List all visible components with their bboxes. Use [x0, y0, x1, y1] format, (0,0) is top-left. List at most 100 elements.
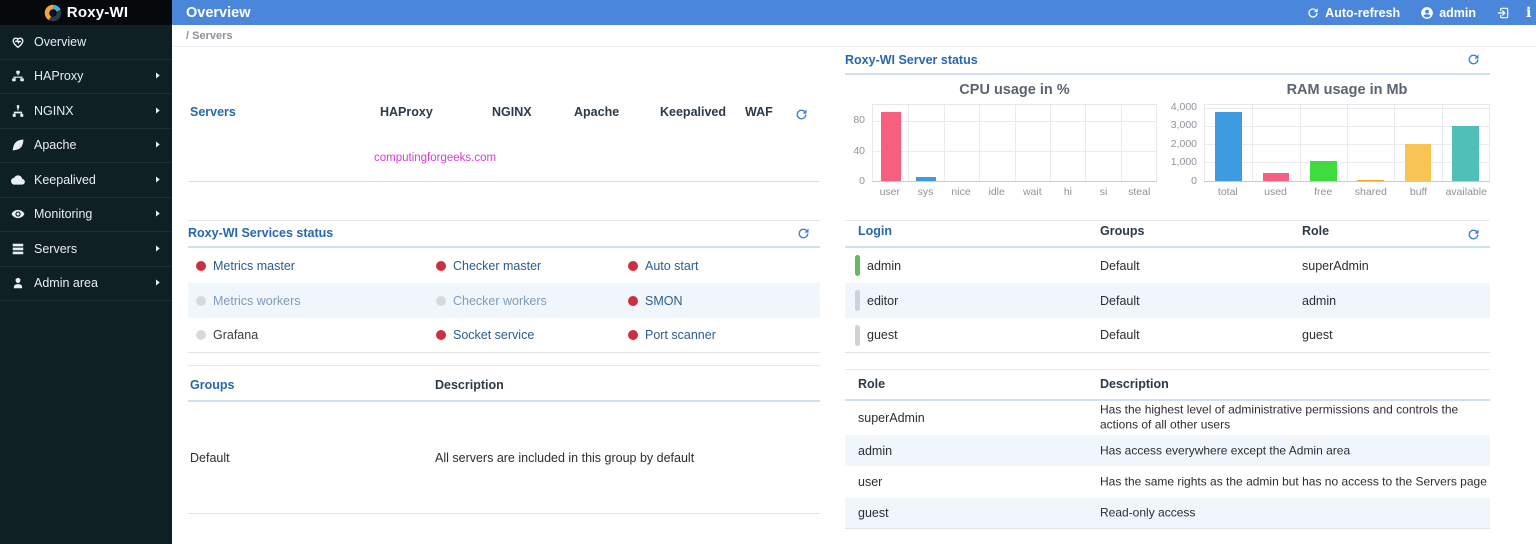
role-row-guest: guest Read-only access: [845, 498, 1490, 529]
role-row-superadmin: superAdmin Has the highest level of admi…: [845, 401, 1490, 435]
service-item-smon[interactable]: SMON: [628, 294, 683, 308]
description-column-header: Description: [435, 378, 504, 392]
status-dot: [196, 296, 206, 306]
sidebar-item-label: HAProxy: [34, 69, 153, 83]
role-description: Has access everywhere except the Admin a…: [1100, 443, 1492, 458]
user-status-bar: [855, 325, 860, 346]
sidebar-item-admin-area[interactable]: Admin area: [0, 267, 172, 302]
server-status-header: Roxy-WI Server status: [845, 47, 1490, 75]
groups-panel: Groups Description Default All servers a…: [188, 365, 820, 514]
sidebar-brand[interactable]: Roxy-WI: [0, 0, 172, 25]
sidebar-item-label: Keepalived: [34, 173, 153, 187]
cpu-chart-x-labels: usersysniceidlewaithisisteal: [872, 186, 1157, 198]
sidebar-item-label: NGINX: [34, 104, 153, 118]
sidebar-item-overview[interactable]: Overview: [0, 25, 172, 60]
role-name: superAdmin: [858, 411, 925, 425]
role-column-header: Role: [858, 377, 885, 391]
charts-area: CPU usage in % 04080 usersysniceidlewait…: [845, 75, 1490, 220]
waf-column-header: WAF: [745, 105, 773, 119]
user-login: guest: [867, 328, 898, 342]
status-dot: [436, 261, 446, 271]
service-item-socket-service[interactable]: Socket service: [436, 328, 534, 342]
user-status-bar: [855, 255, 860, 276]
logout-button[interactable]: [1496, 6, 1510, 20]
roxy-wi-logo-icon: [44, 4, 62, 22]
services-status-panel: Roxy-WI Services status Metrics master C…: [188, 220, 820, 353]
sidebar: Roxy-WI Overview HAProxy NGINX Apache Ke…: [0, 0, 172, 544]
auto-refresh-button[interactable]: Auto-refresh: [1306, 6, 1400, 20]
status-dot: [196, 261, 206, 271]
breadcrumb-path[interactable]: / Servers: [186, 30, 232, 42]
service-item-checker-master[interactable]: Checker master: [436, 259, 541, 273]
topbar: Overview Auto-refresh admin i: [172, 0, 1536, 25]
cloud-icon: [10, 172, 25, 187]
ram-chart-plot: [1204, 104, 1490, 182]
refresh-services-button[interactable]: [796, 226, 812, 242]
cpu-usage-chart: CPU usage in % 04080 usersysniceidlewait…: [845, 82, 1157, 204]
chevron-right-icon: [153, 274, 162, 292]
server-status-panel: Roxy-WI Server status CPU usage in % 040…: [845, 47, 1490, 220]
sidebar-item-label: Overview: [34, 35, 162, 49]
ram-chart-y-axis: 01,0002,0003,0004,000: [1160, 104, 1197, 182]
sidebar-item-monitoring[interactable]: Monitoring: [0, 198, 172, 233]
user-row-editor[interactable]: editor Default admin: [845, 283, 1490, 318]
user-group: Default: [1100, 259, 1140, 273]
user-role: guest: [1302, 328, 1333, 342]
role-name: admin: [858, 444, 892, 458]
service-item-checker-workers[interactable]: Checker workers: [436, 294, 547, 308]
logout-icon: [1496, 6, 1510, 20]
user-row-guest[interactable]: guest Default guest: [845, 318, 1490, 353]
right-column: Roxy-WI Server status CPU usage in % 040…: [845, 47, 1490, 529]
service-label: Checker master: [453, 259, 541, 273]
service-item-auto-start[interactable]: Auto start: [628, 259, 699, 273]
user-row-admin[interactable]: admin Default superAdmin: [845, 248, 1490, 283]
chevron-right-icon: [153, 205, 162, 223]
sidebar-item-keepalived[interactable]: Keepalived: [0, 163, 172, 198]
watermark-text: computingforgeeks.com: [374, 152, 496, 164]
sidebar-item-label: Monitoring: [34, 207, 153, 221]
service-item-metrics-workers[interactable]: Metrics workers: [196, 294, 301, 308]
groups-column-header[interactable]: Groups: [190, 378, 234, 392]
cpu-chart-plot: [872, 104, 1157, 182]
service-item-port-scanner[interactable]: Port scanner: [628, 328, 716, 342]
refresh-server-status-button[interactable]: [1466, 52, 1482, 68]
chevron-right-icon: [153, 240, 162, 258]
roxy-wi-app: Roxy-WI Overview HAProxy NGINX Apache Ke…: [0, 0, 1536, 544]
eye-icon: [10, 207, 25, 222]
refresh-servers-button[interactable]: [794, 107, 810, 123]
service-item-metrics-master[interactable]: Metrics master: [196, 259, 295, 273]
service-label: SMON: [645, 294, 683, 308]
ram-chart-title: RAM usage in Mb: [1204, 82, 1490, 98]
auto-refresh-label: Auto-refresh: [1325, 6, 1400, 20]
main-content: Servers HAProxy NGINX Apache Keepalived …: [172, 47, 1536, 544]
sidebar-item-apache[interactable]: Apache: [0, 129, 172, 164]
user-login: editor: [867, 294, 898, 308]
sidebar-item-nginx[interactable]: NGINX: [0, 94, 172, 129]
topbar-actions: Auto-refresh admin i: [1292, 5, 1536, 21]
service-label: Checker workers: [453, 294, 547, 308]
service-label: Port scanner: [645, 328, 716, 342]
sidebar-item-servers[interactable]: Servers: [0, 232, 172, 267]
servers-column-header[interactable]: Servers: [190, 105, 236, 119]
heartbeat-icon: [10, 34, 25, 49]
role-description: Has the highest level of administrative …: [1100, 403, 1492, 434]
server-stack-icon: [10, 241, 25, 256]
login-column-header[interactable]: Login: [858, 224, 892, 238]
sidebar-item-label: Apache: [34, 138, 153, 152]
cpu-chart-title: CPU usage in %: [872, 82, 1157, 98]
user-icon: [1420, 6, 1434, 20]
description-column-header: Description: [1100, 377, 1169, 391]
refresh-icon: [1306, 6, 1320, 20]
status-dot: [628, 296, 638, 306]
sidebar-item-haproxy[interactable]: HAProxy: [0, 60, 172, 95]
role-description: Has the same rights as the admin but has…: [1100, 474, 1492, 489]
user-menu[interactable]: admin: [1420, 6, 1476, 20]
refresh-users-button[interactable]: [1466, 227, 1482, 243]
chevron-right-icon: [153, 136, 162, 154]
keepalived-column-header: Keepalived: [660, 105, 726, 119]
service-item-grafana[interactable]: Grafana: [196, 328, 258, 342]
user-group: Default: [1100, 294, 1140, 308]
brand-name: Roxy-WI: [67, 4, 128, 21]
group-description: All servers are included in this group b…: [435, 451, 694, 465]
info-icon[interactable]: i: [1526, 5, 1536, 21]
